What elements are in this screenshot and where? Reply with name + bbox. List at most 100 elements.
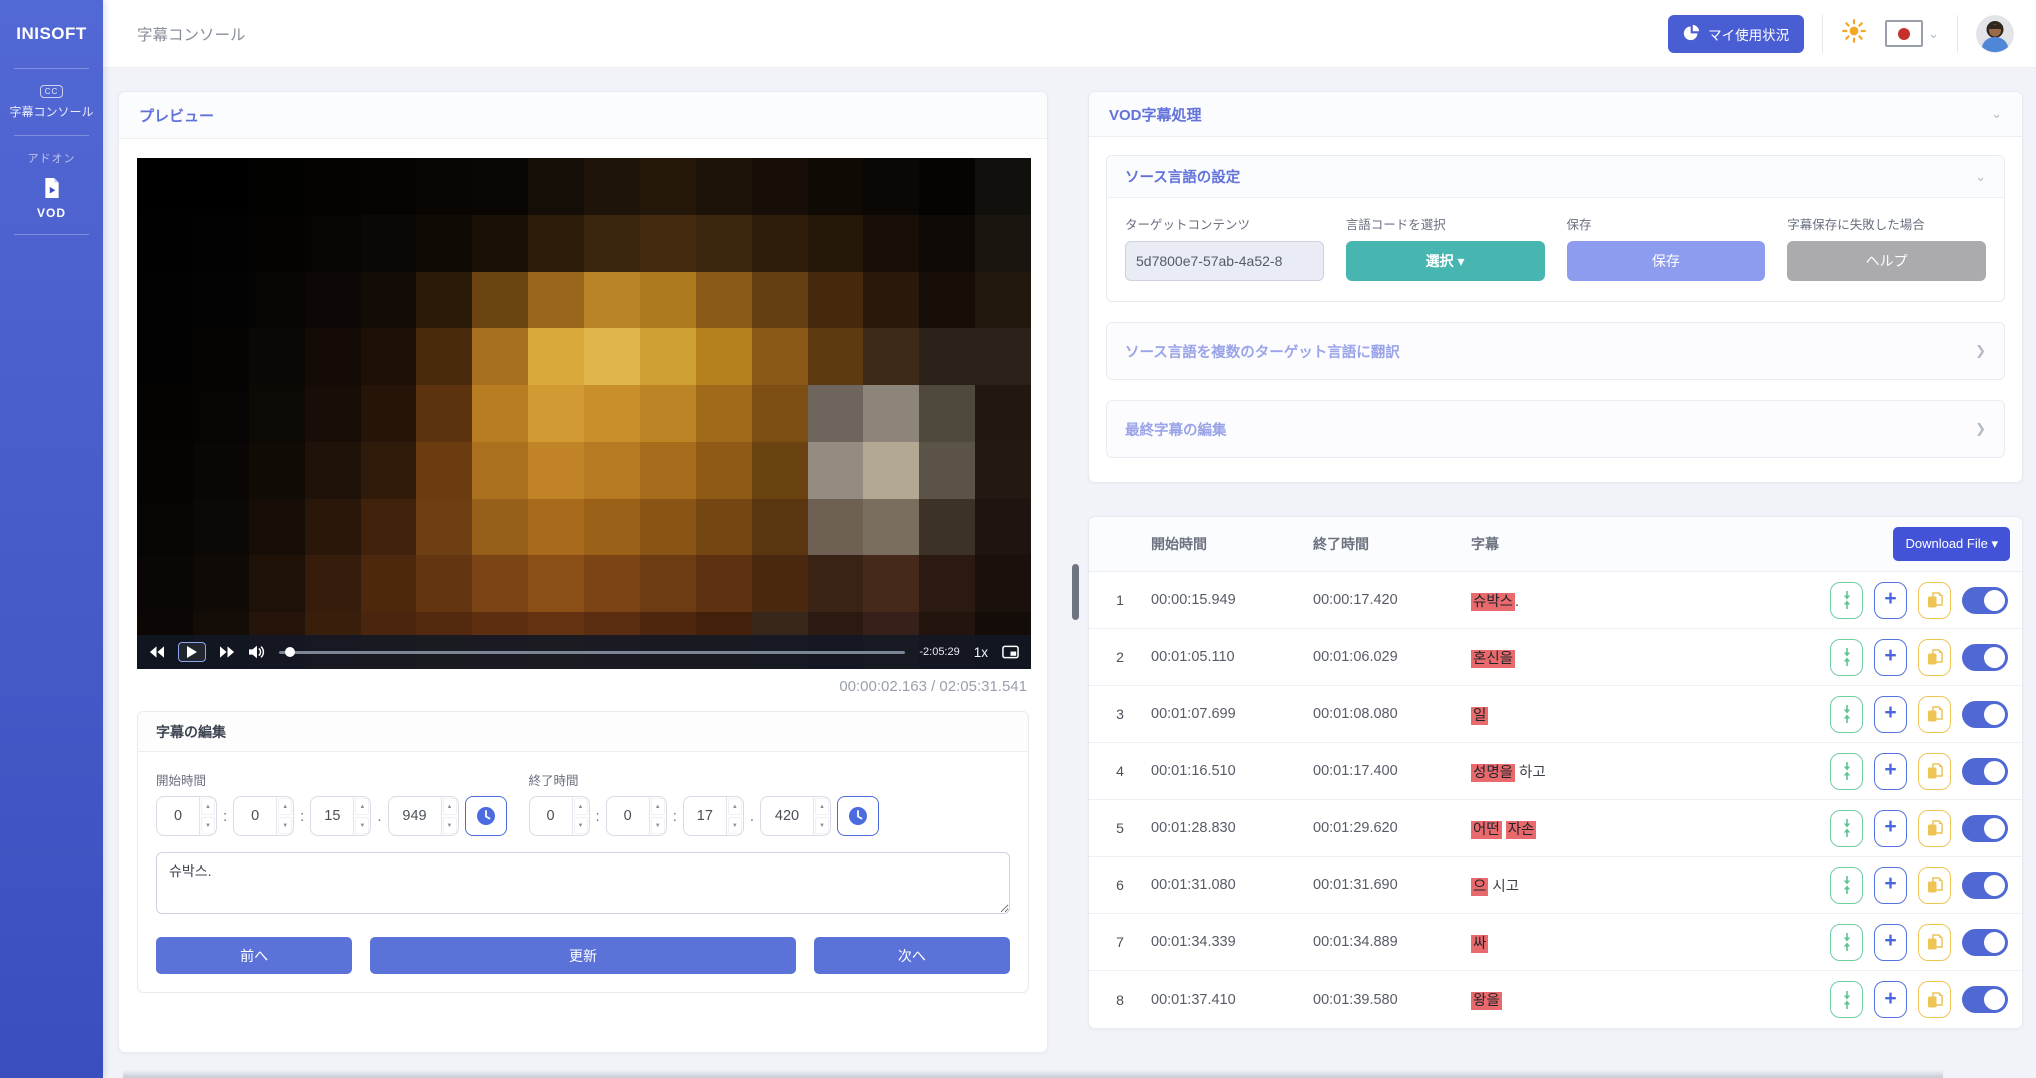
save-button[interactable]: 保存	[1567, 241, 1766, 281]
add-row-button[interactable]: +	[1874, 639, 1907, 676]
merge-rows-button[interactable]	[1830, 753, 1863, 790]
fast-forward-button[interactable]	[220, 646, 235, 658]
step-down-icon[interactable]: ▼	[201, 817, 215, 834]
add-row-button[interactable]: +	[1874, 867, 1907, 904]
end-ms-stepper[interactable]: ▲▼	[760, 796, 831, 836]
seek-bar[interactable]	[279, 645, 905, 659]
seek-handle[interactable]	[285, 647, 295, 657]
play-button[interactable]	[178, 642, 206, 662]
chevron-down-icon[interactable]: ⌄	[1975, 169, 1986, 185]
end-ms-input[interactable]	[761, 797, 813, 835]
step-up-icon[interactable]: ▲	[278, 798, 292, 815]
add-row-button[interactable]: +	[1874, 696, 1907, 733]
merge-rows-button[interactable]	[1830, 696, 1863, 733]
row-start-time: 00:01:31.080	[1151, 877, 1313, 893]
start-seconds-input[interactable]	[311, 797, 353, 835]
copy-row-button[interactable]	[1918, 696, 1951, 733]
final-edit-section-collapsed[interactable]: 最終字幕の編集 ❯	[1106, 400, 2005, 458]
row-enabled-toggle[interactable]	[1962, 701, 2008, 728]
add-row-button[interactable]: +	[1874, 981, 1907, 1018]
row-start-time: 00:01:34.339	[1151, 934, 1313, 950]
add-row-button[interactable]: +	[1874, 924, 1907, 961]
step-down-icon[interactable]: ▼	[278, 817, 292, 834]
merge-rows-button[interactable]	[1830, 639, 1863, 676]
theme-sun-icon[interactable]	[1841, 18, 1867, 49]
row-enabled-toggle[interactable]	[1962, 929, 2008, 956]
previous-button[interactable]: 前へ	[156, 937, 352, 974]
row-end-time: 00:01:39.580	[1313, 992, 1471, 1008]
start-minutes-stepper[interactable]: ▲▼	[233, 796, 294, 836]
copy-row-button[interactable]	[1918, 639, 1951, 676]
row-enabled-toggle[interactable]	[1962, 758, 2008, 785]
copy-row-button[interactable]	[1918, 981, 1951, 1018]
step-up-icon[interactable]: ▲	[651, 798, 665, 815]
end-minutes-input[interactable]	[607, 797, 649, 835]
chevron-down-icon[interactable]: ⌄	[1991, 106, 2002, 122]
merge-rows-button[interactable]	[1830, 582, 1863, 619]
video-player[interactable]: -2:05:29 1x	[137, 158, 1031, 669]
end-seconds-stepper[interactable]: ▲▼	[683, 796, 744, 836]
step-up-icon[interactable]: ▲	[728, 798, 742, 815]
add-row-button[interactable]: +	[1874, 582, 1907, 619]
step-up-icon[interactable]: ▲	[443, 798, 457, 815]
step-up-icon[interactable]: ▲	[574, 798, 588, 815]
row-enabled-toggle[interactable]	[1962, 872, 2008, 899]
user-avatar[interactable]	[1976, 15, 2014, 53]
next-button[interactable]: 次へ	[814, 937, 1010, 974]
playback-speed-button[interactable]: 1x	[974, 645, 988, 660]
sidebar-item-subtitle-console[interactable]: CC 字幕コンソール	[0, 69, 103, 135]
step-down-icon[interactable]: ▼	[815, 817, 829, 834]
step-up-icon[interactable]: ▲	[355, 798, 369, 815]
download-file-button[interactable]: Download File ▾	[1893, 527, 2010, 561]
start-hours-stepper[interactable]: ▲▼	[156, 796, 217, 836]
merge-rows-button[interactable]	[1830, 981, 1863, 1018]
target-content-input[interactable]	[1125, 241, 1324, 281]
copy-row-button[interactable]	[1918, 753, 1951, 790]
step-up-icon[interactable]: ▲	[815, 798, 829, 815]
step-down-icon[interactable]: ▼	[728, 817, 742, 834]
end-hours-stepper[interactable]: ▲▼	[529, 796, 590, 836]
add-row-button[interactable]: +	[1874, 810, 1907, 847]
row-enabled-toggle[interactable]	[1962, 986, 2008, 1013]
subtitle-text-input[interactable]: 슈박스.	[156, 852, 1010, 914]
merge-rows-button[interactable]	[1830, 924, 1863, 961]
help-button[interactable]: ヘルプ	[1787, 241, 1986, 281]
end-hours-input[interactable]	[530, 797, 572, 835]
update-button[interactable]: 更新	[370, 937, 796, 974]
language-selector[interactable]: ⌄	[1885, 20, 1939, 47]
merge-rows-button[interactable]	[1830, 867, 1863, 904]
my-usage-button[interactable]: マイ使用状況	[1668, 15, 1804, 53]
step-down-icon[interactable]: ▼	[574, 817, 588, 834]
add-row-button[interactable]: +	[1874, 753, 1907, 790]
table-scrollbar[interactable]	[1072, 564, 1079, 620]
start-minutes-input[interactable]	[234, 797, 276, 835]
sidebar-item-vod[interactable]: VOD	[0, 174, 103, 234]
row-enabled-toggle[interactable]	[1962, 815, 2008, 842]
start-seconds-stepper[interactable]: ▲▼	[310, 796, 371, 836]
copy-row-button[interactable]	[1918, 867, 1951, 904]
video-controls: -2:05:29 1x	[137, 635, 1031, 669]
volume-icon[interactable]	[249, 645, 265, 659]
row-enabled-toggle[interactable]	[1962, 587, 2008, 614]
set-start-time-button[interactable]	[465, 796, 507, 836]
caret-down-icon: ▾	[1991, 536, 1998, 551]
copy-row-button[interactable]	[1918, 582, 1951, 619]
rewind-button[interactable]	[149, 646, 164, 658]
select-language-button[interactable]: 選択 ▾	[1346, 241, 1545, 281]
step-down-icon[interactable]: ▼	[443, 817, 457, 834]
step-down-icon[interactable]: ▼	[355, 817, 369, 834]
set-end-time-button[interactable]	[837, 796, 879, 836]
row-enabled-toggle[interactable]	[1962, 644, 2008, 671]
translate-section-collapsed[interactable]: ソース言語を複数のターゲット言語に翻訳 ❯	[1106, 322, 2005, 380]
picture-in-picture-button[interactable]	[1002, 645, 1019, 659]
end-seconds-input[interactable]	[684, 797, 726, 835]
copy-row-button[interactable]	[1918, 924, 1951, 961]
merge-rows-button[interactable]	[1830, 810, 1863, 847]
copy-row-button[interactable]	[1918, 810, 1951, 847]
start-ms-stepper[interactable]: ▲▼	[388, 796, 459, 836]
end-minutes-stepper[interactable]: ▲▼	[606, 796, 667, 836]
step-up-icon[interactable]: ▲	[201, 798, 215, 815]
start-ms-input[interactable]	[389, 797, 441, 835]
step-down-icon[interactable]: ▼	[651, 817, 665, 834]
start-hours-input[interactable]	[157, 797, 199, 835]
